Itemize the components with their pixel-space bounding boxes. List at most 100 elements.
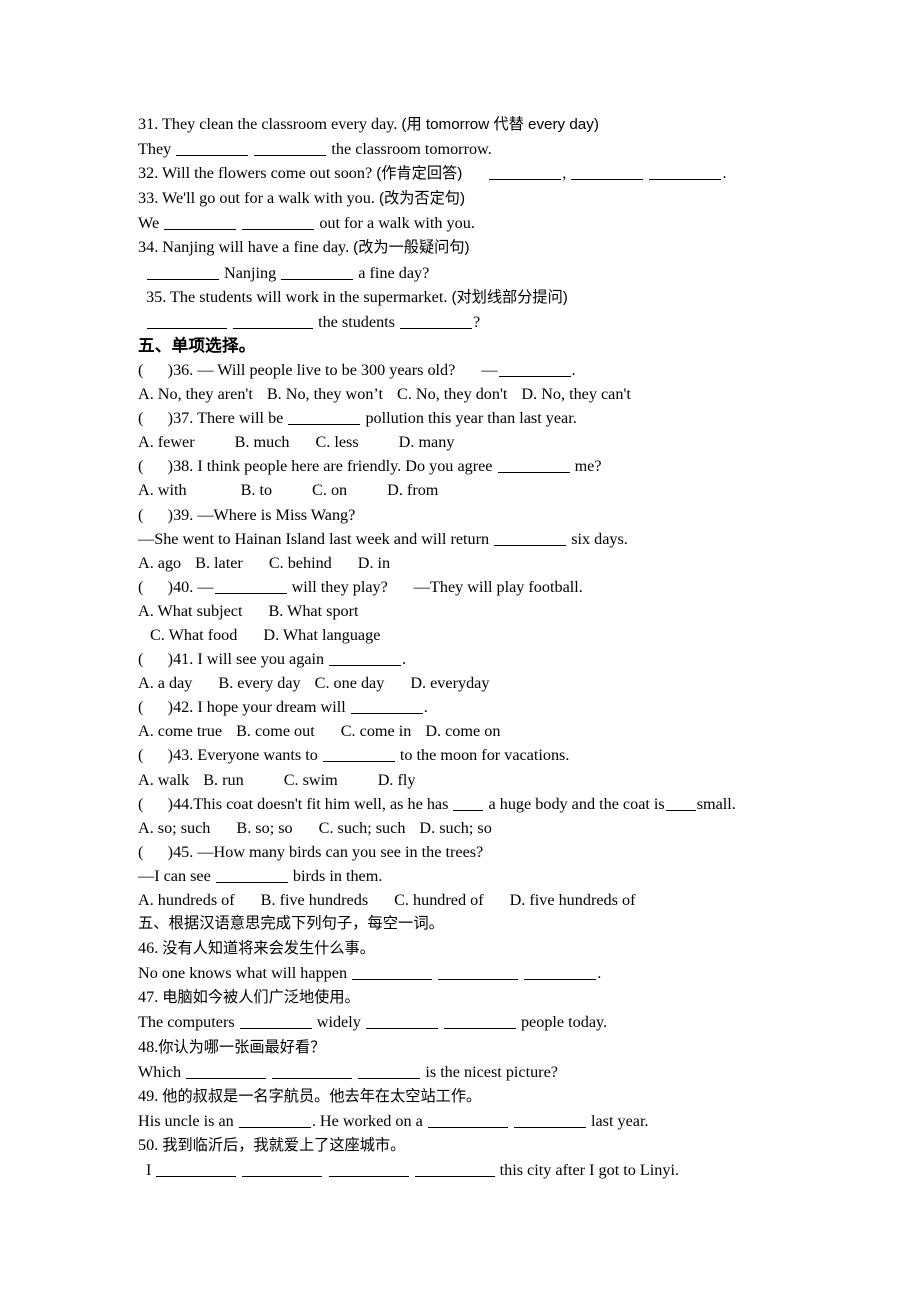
option-c[interactable]: C. come in (341, 722, 412, 740)
option-b[interactable]: B. What sport (268, 602, 358, 620)
answer-blank[interactable] (239, 1013, 312, 1030)
answer-blank[interactable] (281, 263, 354, 280)
option-d[interactable]: D. What language (263, 626, 380, 644)
option-d[interactable]: D. from (387, 481, 438, 499)
option-c[interactable]: C. one day (315, 674, 385, 692)
option-c[interactable]: C. behind (269, 554, 332, 572)
option-c[interactable]: C. No, they don't (397, 385, 507, 403)
question-36-stem-text: — Will people live to be 300 years old? (197, 360, 456, 379)
option-a[interactable]: A. hundreds of (138, 891, 235, 909)
question-41-stem: ( )41. I will see you again . (138, 647, 838, 671)
answer-blank[interactable] (400, 312, 473, 329)
answer-blank[interactable] (497, 457, 570, 474)
answer-blank[interactable] (238, 1111, 311, 1128)
answer-bracket[interactable]: ( ) (138, 361, 173, 379)
option-d[interactable]: D. five hundreds of (510, 891, 636, 909)
option-d[interactable]: D. No, they can't (521, 385, 630, 403)
answer-blank[interactable] (147, 312, 227, 329)
answer-blank[interactable] (414, 1161, 495, 1177)
question-34-answer: Nanjing a fine day? (138, 261, 838, 285)
answer-blank[interactable] (453, 794, 484, 811)
answer-blank[interactable] (288, 409, 361, 426)
answer-blank[interactable] (524, 964, 597, 981)
answer-bracket[interactable]: ( ) (138, 409, 173, 427)
answer-bracket[interactable]: ( ) (138, 698, 173, 716)
question-48-answer-prefix: Which (138, 1062, 182, 1081)
answer-blank[interactable] (352, 964, 433, 981)
option-a[interactable]: A. fewer (138, 433, 195, 451)
option-b[interactable]: B. No, they won’t (267, 385, 383, 403)
question-35-answer-suffix: ? (473, 312, 481, 331)
answer-bracket[interactable]: ( ) (138, 795, 173, 813)
answer-blank[interactable] (164, 214, 237, 231)
answer-bracket[interactable]: ( ) (138, 843, 173, 861)
answer-blank[interactable] (427, 1111, 508, 1128)
answer-blank[interactable] (494, 529, 567, 546)
answer-blank[interactable] (358, 1062, 421, 1079)
option-a[interactable]: A. so; such (138, 819, 210, 837)
answer-bracket[interactable]: ( ) (138, 650, 173, 668)
option-d[interactable]: D. fly (378, 771, 416, 789)
option-a[interactable]: A. No, they aren't (138, 385, 253, 403)
option-a[interactable]: A. a day (138, 674, 192, 692)
answer-blank[interactable] (176, 140, 249, 157)
answer-blank[interactable] (350, 698, 423, 715)
answer-blank[interactable] (242, 1161, 323, 1177)
option-a[interactable]: A. ago (138, 554, 181, 572)
option-d[interactable]: D. many (399, 433, 455, 451)
option-c[interactable]: C. swim (284, 771, 338, 789)
option-b[interactable]: B. so; so (236, 819, 292, 837)
answer-blank[interactable] (254, 140, 327, 157)
option-a[interactable]: A. What subject (138, 602, 242, 620)
option-d[interactable]: D. come on (425, 722, 500, 740)
answer-blank[interactable] (443, 1013, 516, 1030)
answer-blank[interactable] (329, 650, 402, 666)
option-d[interactable]: D. everyday (410, 674, 489, 692)
answer-blank[interactable] (328, 1161, 409, 1177)
option-a[interactable]: A. come true (138, 722, 222, 740)
option-b[interactable]: B. later (195, 554, 243, 572)
question-40-stem: ( )40. — will they play? —They will play … (138, 575, 838, 599)
option-a[interactable]: A. walk (138, 771, 189, 789)
option-d[interactable]: D. such; so (419, 819, 491, 837)
answer-blank[interactable] (214, 577, 287, 594)
answer-blank[interactable] (665, 794, 696, 811)
answer-blank[interactable] (147, 263, 219, 280)
option-c[interactable]: C. on (312, 481, 347, 499)
option-c[interactable]: C. such; such (319, 819, 406, 837)
question-47-chinese-text: 电脑如今被人们广泛地使用。 (162, 989, 360, 1007)
answer-blank[interactable] (365, 1013, 438, 1030)
answer-bracket[interactable]: ( ) (138, 578, 173, 596)
answer-bracket[interactable]: ( ) (138, 746, 173, 764)
answer-bracket[interactable]: ( ) (138, 457, 173, 475)
option-a[interactable]: A. with (138, 481, 187, 499)
answer-blank[interactable] (242, 214, 315, 231)
answer-blank[interactable] (156, 1161, 237, 1177)
option-d[interactable]: D. in (358, 554, 390, 572)
answer-blank[interactable] (272, 1062, 353, 1079)
option-c[interactable]: C. hundred of (394, 891, 483, 909)
option-b[interactable]: B. run (203, 771, 243, 789)
option-b[interactable]: B. every day (218, 674, 300, 692)
option-b[interactable]: B. to (241, 481, 272, 499)
answer-blank[interactable] (438, 964, 519, 981)
question-40-stem-dash: — (197, 577, 214, 596)
option-c[interactable]: C. What food (150, 626, 237, 644)
answer-blank[interactable] (322, 746, 395, 763)
answer-blank[interactable] (186, 1062, 267, 1079)
option-b[interactable]: B. five hundreds (261, 891, 368, 909)
answer-blank[interactable] (489, 164, 562, 181)
question-50-number: 50. (138, 1135, 159, 1154)
answer-blank[interactable] (649, 164, 722, 181)
answer-blank[interactable] (233, 312, 314, 329)
question-35-number: 35. (146, 287, 167, 306)
answer-blank[interactable] (498, 361, 571, 377)
option-c[interactable]: C. less (315, 433, 358, 451)
answer-blank[interactable] (571, 164, 644, 181)
answer-bracket[interactable]: ( ) (138, 506, 173, 524)
question-40-stem-end: —They will play football. (413, 577, 583, 596)
option-b[interactable]: B. come out (236, 722, 315, 740)
answer-blank[interactable] (215, 866, 288, 883)
option-b[interactable]: B. much (235, 433, 290, 451)
answer-blank[interactable] (513, 1111, 586, 1128)
